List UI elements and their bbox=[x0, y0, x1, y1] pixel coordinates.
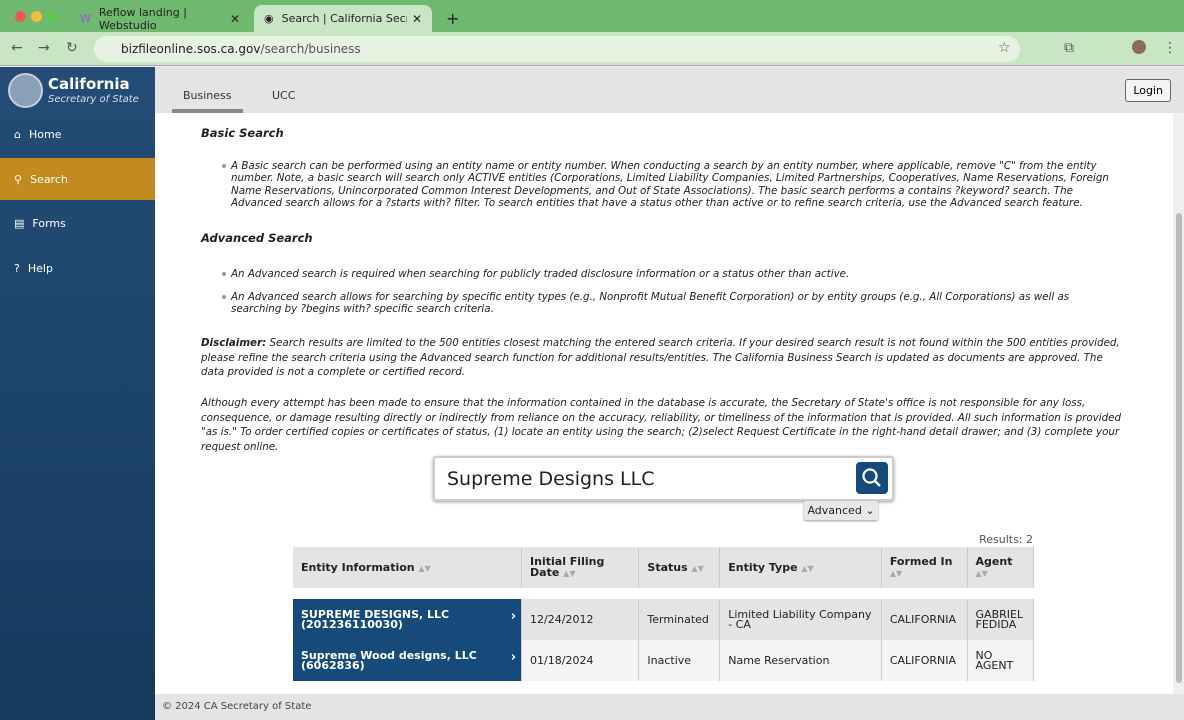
agent: GABRIEL FEDIDA bbox=[967, 599, 1035, 640]
brand-subtitle: Secretary of State bbox=[48, 94, 139, 105]
column-header-type[interactable]: Entity Type ▲▼ bbox=[719, 547, 882, 588]
home-icon: ⌂ bbox=[14, 127, 21, 141]
formed-in: CALIFORNIA bbox=[881, 640, 968, 681]
disclaimer-text: Search results are limited to the 500 en… bbox=[201, 337, 1120, 378]
state-seal-logo bbox=[8, 73, 43, 108]
filing-date: 01/18/2024 bbox=[521, 640, 640, 681]
entity-type: Name Reservation bbox=[719, 640, 882, 681]
advanced-label: Advanced bbox=[807, 504, 862, 517]
search-icon: ⚲ bbox=[14, 172, 23, 186]
sort-icon: ▲▼ bbox=[691, 563, 704, 573]
advanced-search-item: An Advanced search allows for searching … bbox=[222, 291, 1121, 316]
search-icon bbox=[862, 468, 881, 487]
sidebar-item-forms[interactable]: ▤ Forms bbox=[0, 202, 155, 244]
bookmark-star-icon[interactable]: ☆ bbox=[998, 40, 1011, 56]
column-header-date[interactable]: Initial Filing Date ▲▼ bbox=[521, 547, 640, 588]
sidebar-item-home[interactable]: ⌂ Home bbox=[0, 113, 155, 155]
sidebar-item-search[interactable]: ⚲ Search bbox=[0, 158, 162, 200]
chevron-right-icon: › bbox=[510, 609, 517, 624]
browser-tab-active[interactable]: ◉Search | California Secretary o✕ bbox=[254, 5, 432, 32]
url-path: /search/business bbox=[260, 42, 361, 56]
tab-title: Reflow landing | Webstudio bbox=[98, 5, 187, 32]
entity-cell[interactable]: Supreme Wood designs, LLC (6062836) › bbox=[293, 640, 523, 681]
close-icon[interactable]: ✕ bbox=[412, 12, 422, 26]
chevron-down-icon: ⌄ bbox=[865, 504, 875, 517]
brand-title: California bbox=[48, 75, 130, 93]
sidebar-item-label: Help bbox=[27, 261, 53, 275]
formed-in: CALIFORNIA bbox=[881, 599, 968, 640]
login-button[interactable]: Login bbox=[1125, 79, 1171, 102]
sidebar-item-label: Search bbox=[30, 172, 68, 186]
scrollbar[interactable] bbox=[1173, 113, 1184, 694]
browser-tab[interactable]: W Reflow landing | Webstudio ✕ bbox=[70, 5, 250, 32]
menu-icon[interactable]: ⋮ bbox=[1163, 40, 1177, 56]
new-tab-button[interactable]: + bbox=[436, 5, 469, 32]
status: Terminated bbox=[638, 599, 721, 640]
sort-icon: ▲▼ bbox=[563, 569, 576, 578]
table-row[interactable]: SUPREME DESIGNS, LLC (201236110030) › 12/… bbox=[293, 599, 1035, 640]
main-content: Basic Search A Basic search can be perfo… bbox=[155, 113, 1173, 694]
address-bar[interactable]: bizfileonline.sos.ca.gov/search/business bbox=[94, 36, 1020, 62]
search-input[interactable]: Supreme Designs LLC bbox=[433, 456, 894, 501]
status: Inactive bbox=[638, 640, 721, 681]
footer-copyright: © 2024 CA Secretary of State bbox=[155, 694, 1184, 720]
notice-text: Although every attempt has been made to … bbox=[201, 397, 1122, 453]
disclaimer-label: Disclaimer: bbox=[201, 337, 267, 349]
table-header-row: Entity Information ▲▼ Initial Filing Dat… bbox=[293, 547, 1035, 588]
sidebar: California Secretary of State ⌂ Home ⚲ Sea… bbox=[0, 67, 162, 720]
table-row[interactable]: Supreme Wood designs, LLC (6062836) › 01/… bbox=[293, 640, 1035, 681]
browser-tab-bar: W Reflow landing | Webstudio ✕ ◉ Search | C… bbox=[0, 0, 1184, 32]
column-header-formed[interactable]: Formed In ▲▼ bbox=[881, 547, 968, 588]
chevron-right-icon: › bbox=[510, 650, 517, 665]
reload-icon[interactable]: ↻ bbox=[66, 40, 78, 56]
profile-avatar[interactable] bbox=[1132, 40, 1146, 54]
results-table: Entity Information ▲▼ Initial Filing Dat… bbox=[293, 547, 1035, 681]
sort-icon: ▲▼ bbox=[975, 569, 988, 578]
filing-date: 12/24/2012 bbox=[521, 599, 640, 640]
browser-toolbar: ← → ↻ bizfileonline.sos.ca.gov/search/bu… bbox=[0, 32, 1184, 66]
disclaimer: Disclaimer: Search results are limited t… bbox=[201, 336, 1126, 380]
tab-ucc[interactable]: UCC bbox=[272, 89, 295, 102]
sidebar-item-label: Home bbox=[28, 127, 62, 141]
sort-icon: ▲▼ bbox=[418, 563, 431, 573]
entity-type: Limited Liability Company - CA bbox=[719, 599, 882, 640]
extensions-icon[interactable]: ⧉ bbox=[1064, 40, 1074, 56]
search-button[interactable] bbox=[856, 462, 888, 494]
back-icon[interactable]: ← bbox=[11, 40, 23, 56]
url-host: bizfileonline.sos.ca.gov bbox=[121, 42, 261, 56]
results-count: Results: 2 bbox=[979, 533, 1033, 546]
column-header-status[interactable]: Status ▲▼ bbox=[638, 547, 721, 588]
top-tabs-bar: Business UCC Login bbox=[155, 67, 1184, 113]
advanced-search-item: An Advanced search is required when sear… bbox=[222, 268, 1121, 280]
column-header-entity[interactable]: Entity Information ▲▼ bbox=[293, 547, 523, 588]
advanced-search-heading: Advanced Search bbox=[201, 231, 313, 245]
tab-title: Search | California Secretary o bbox=[281, 12, 407, 25]
basic-search-text: A Basic search can be performed using an… bbox=[222, 160, 1121, 209]
sidebar-item-help[interactable]: ? Help bbox=[0, 247, 155, 289]
basic-search-heading: Basic Search bbox=[201, 126, 284, 140]
advanced-dropdown-button[interactable]: Advanced ⌄ bbox=[804, 501, 878, 520]
forms-icon: ▤ bbox=[14, 216, 25, 230]
help-icon: ? bbox=[14, 261, 20, 275]
scrollbar-thumb[interactable] bbox=[1176, 213, 1182, 683]
entity-cell[interactable]: SUPREME DESIGNS, LLC (201236110030) › bbox=[293, 599, 523, 640]
tab-business[interactable]: Business bbox=[172, 89, 243, 113]
sort-icon: ▲▼ bbox=[801, 563, 814, 573]
close-icon[interactable]: ✕ bbox=[230, 12, 240, 26]
column-header-agent[interactable]: Agent ▲▼ bbox=[967, 547, 1035, 588]
sidebar-item-label: Forms bbox=[32, 216, 66, 230]
agent: NO AGENT bbox=[967, 640, 1035, 681]
forward-icon[interactable]: → bbox=[38, 40, 50, 56]
sort-icon: ▲▼ bbox=[889, 569, 903, 578]
search-value: Supreme Designs LLC bbox=[447, 468, 655, 490]
